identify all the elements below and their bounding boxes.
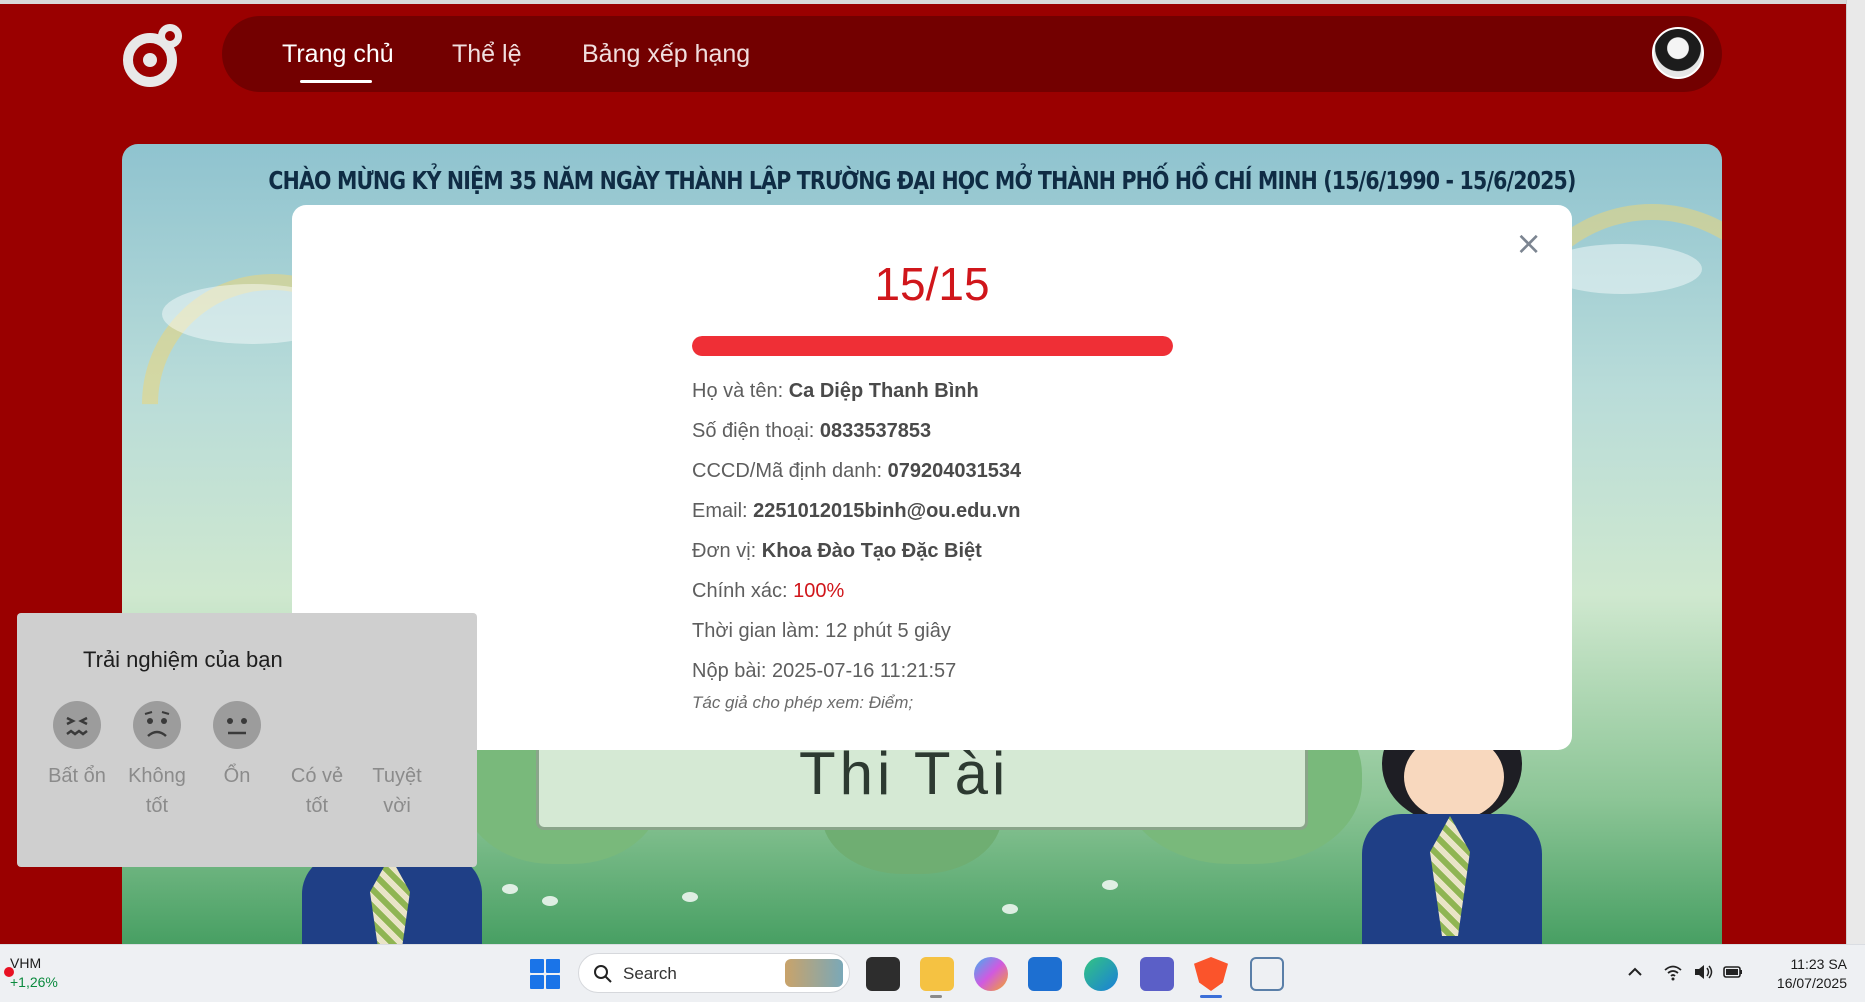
feedback-title: Trải nghiệm của bạn bbox=[83, 647, 283, 672]
feedback-option-4[interactable]: Có vẻ tốt bbox=[277, 761, 357, 821]
file-explorer-icon[interactable] bbox=[920, 957, 954, 991]
stock-widget[interactable]: VHM +1,26% bbox=[4, 954, 58, 992]
score-progress-bar bbox=[692, 336, 1173, 356]
search-highlight-image bbox=[785, 959, 843, 987]
name-value: Ca Diệp Thanh Bình bbox=[788, 380, 979, 402]
task-view-icon[interactable] bbox=[866, 957, 900, 991]
taskbar-search[interactable]: Search bbox=[578, 953, 850, 993]
id-label: CCCD/Mã định danh: bbox=[692, 460, 888, 482]
nav-leaderboard[interactable]: Bảng xếp hạng bbox=[582, 40, 750, 69]
search-icon bbox=[594, 965, 612, 983]
email-row: Email: 2251012015binh@ou.edu.vn bbox=[692, 497, 1021, 537]
copilot-icon[interactable] bbox=[974, 957, 1008, 991]
nav-active-indicator bbox=[300, 80, 372, 83]
score-display: 15/15 bbox=[874, 258, 990, 310]
phone-value: 0833537853 bbox=[819, 420, 932, 442]
explorer-running-indicator bbox=[930, 995, 942, 998]
id-row: CCCD/Mã định danh: 079204031534 bbox=[692, 457, 1021, 497]
site-logo[interactable] bbox=[120, 22, 184, 88]
snipping-tool-icon[interactable] bbox=[1250, 957, 1284, 991]
result-modal: × 15/15 Họ và tên: Ca Diệp Thanh Bình Số… bbox=[292, 205, 1572, 750]
phone-label: Số điện thoại: bbox=[692, 420, 820, 442]
nav-home[interactable]: Trang chủ bbox=[282, 40, 394, 69]
wifi-icon[interactable] bbox=[1662, 961, 1684, 983]
id-value: 079204031534 bbox=[887, 460, 1022, 482]
battery-icon[interactable] bbox=[1722, 961, 1744, 983]
emoji-confounded-icon[interactable] bbox=[53, 701, 101, 749]
emoji-worried-icon[interactable] bbox=[133, 701, 181, 749]
clock-date: 16/07/2025 bbox=[1776, 975, 1847, 991]
email-value: 2251012015binh@ou.edu.vn bbox=[753, 500, 1021, 522]
feedback-option-2[interactable]: Không tốt bbox=[117, 761, 197, 821]
accuracy-label: Chính xác: bbox=[692, 580, 794, 602]
user-avatar[interactable] bbox=[1652, 27, 1704, 79]
unit-row: Đơn vị: Khoa Đào Tạo Đặc Biệt bbox=[692, 537, 1021, 577]
feedback-option-5[interactable]: Tuyệt vời bbox=[357, 761, 437, 821]
result-details: Họ và tên: Ca Diệp Thanh Bình Số điện th… bbox=[692, 377, 1021, 713]
store-icon[interactable] bbox=[1028, 957, 1062, 991]
emoji-neutral-icon[interactable] bbox=[213, 701, 261, 749]
stock-symbol: VHM bbox=[10, 955, 42, 971]
flower-decoration bbox=[1102, 880, 1118, 890]
feedback-option-1[interactable]: Bất ổn bbox=[37, 761, 117, 791]
page-scrollbar[interactable] bbox=[1846, 0, 1865, 944]
name-label: Họ và tên: bbox=[692, 380, 789, 402]
system-clock[interactable]: 11:23 SA 16/07/2025 bbox=[1777, 955, 1847, 993]
email-label: Email: bbox=[692, 500, 754, 522]
duration-row: Thời gian làm: 12 phút 5 giây bbox=[692, 620, 951, 642]
stock-alert-dot bbox=[4, 967, 14, 977]
flower-decoration bbox=[682, 892, 698, 902]
unit-label: Đơn vị: bbox=[692, 540, 762, 562]
feedback-option-3[interactable]: Ổn bbox=[197, 761, 277, 791]
flower-decoration bbox=[502, 884, 518, 894]
name-row: Họ và tên: Ca Diệp Thanh Bình bbox=[692, 377, 1021, 417]
flower-decoration bbox=[1002, 904, 1018, 914]
clock-time: 11:23 SA bbox=[1790, 956, 1847, 972]
score-progress-fill bbox=[692, 336, 1173, 356]
phone-row: Số điện thoại: 0833537853 bbox=[692, 417, 1021, 457]
windows-taskbar: VHM +1,26% Search 11:23 SA 16/07/2025 bbox=[0, 944, 1865, 1002]
browser-viewport: Trang chủ Thể lệ Bảng xếp hạng CHÀO MỪNG… bbox=[0, 4, 1846, 944]
volume-icon[interactable] bbox=[1692, 961, 1714, 983]
windows-start-icon[interactable] bbox=[530, 959, 560, 989]
accuracy-row: Chính xác: 100% bbox=[692, 577, 1021, 617]
main-navbar: Trang chủ Thể lệ Bảng xếp hạng bbox=[222, 16, 1722, 92]
accuracy-value: 100% bbox=[793, 580, 845, 602]
close-icon[interactable]: × bbox=[1515, 227, 1542, 259]
search-label: Search bbox=[623, 964, 677, 983]
brave-active-indicator bbox=[1200, 995, 1222, 998]
feedback-widget: Trải nghiệm của bạn Bất ổn Không tốt Ổn … bbox=[17, 613, 477, 867]
permission-note: Tác giả cho phép xem: Điểm; bbox=[692, 693, 914, 712]
unit-value: Khoa Đào Tạo Đặc Biệt bbox=[761, 540, 982, 562]
banner-title: CHÀO MỪNG KỶ NIỆM 35 NĂM NGÀY THÀNH LẬP … bbox=[268, 166, 1576, 195]
teams-icon[interactable] bbox=[1140, 957, 1174, 991]
nav-rules[interactable]: Thể lệ bbox=[452, 40, 521, 69]
submitted-row: Nộp bài: 2025-07-16 11:21:57 bbox=[692, 660, 957, 682]
brave-browser-icon[interactable] bbox=[1194, 957, 1228, 991]
flower-decoration bbox=[542, 896, 558, 906]
chevron-up-icon[interactable] bbox=[1624, 961, 1646, 983]
stock-change: +1,26% bbox=[10, 974, 58, 990]
edge-icon[interactable] bbox=[1084, 957, 1118, 991]
